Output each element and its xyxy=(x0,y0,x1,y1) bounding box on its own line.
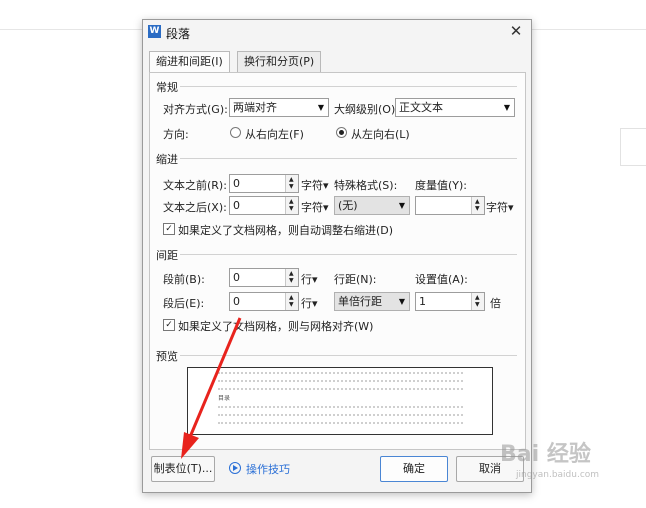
watermark: Bai 经验 xyxy=(500,442,591,467)
annotation-arrow xyxy=(188,317,242,438)
watermark-url: jingyan.baidu.com xyxy=(516,470,600,480)
annotation-overlay xyxy=(181,317,242,459)
arrow-head-icon xyxy=(181,432,199,459)
